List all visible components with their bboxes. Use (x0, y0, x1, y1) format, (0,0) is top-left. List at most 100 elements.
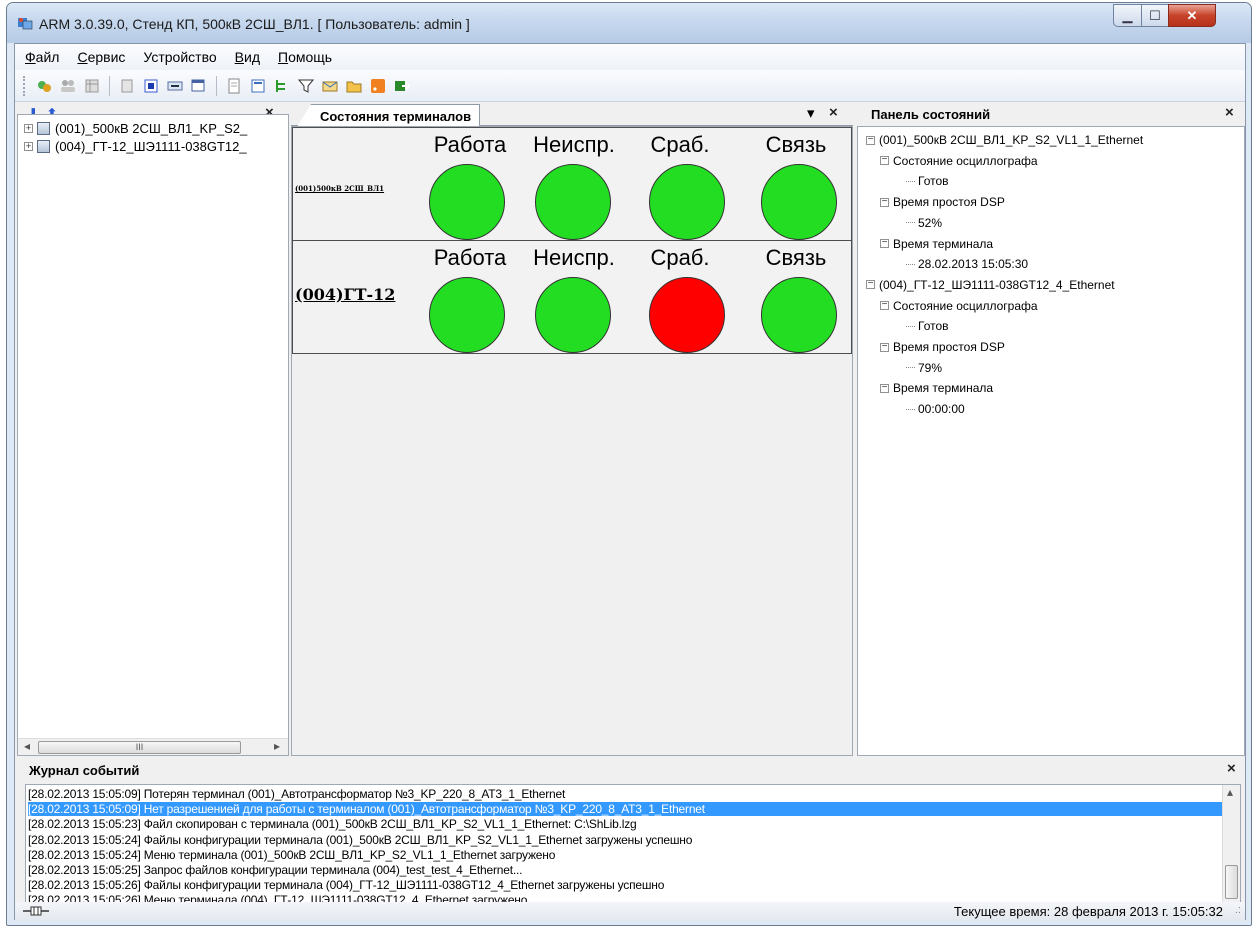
terminal-name[interactable]: (004)ГТ-12 (295, 285, 395, 304)
state-label: (004)_ГТ-12_ШЭ1111-038GT12_4_Ethernet (879, 277, 1115, 292)
connect-icon[interactable] (34, 76, 54, 96)
filter-icon[interactable] (296, 76, 316, 96)
expand-icon[interactable]: + (24, 124, 33, 133)
indicator-label: Работа (433, 245, 507, 270)
toolbar-grip[interactable] (23, 75, 26, 96)
log-entry[interactable]: [28.02.2013 15:05:23] Файл скопирован с … (28, 817, 637, 831)
log-entry[interactable]: [28.02.2013 15:05:24] Меню терминала (00… (28, 848, 555, 862)
state-group[interactable]: − Время терминала (880, 381, 993, 395)
terminal-states-panel: (001)500кВ 2СШ_ВЛ1 Работа Неиспр. Сраб. … (291, 126, 853, 756)
minimize-button[interactable]: ▁ (1113, 4, 1142, 27)
list-icon[interactable] (117, 76, 137, 96)
indicator-label: Связь (765, 132, 827, 157)
maximize-button[interactable]: ☐ (1141, 4, 1169, 27)
select-icon[interactable] (141, 76, 161, 96)
tree-connector (906, 408, 915, 410)
journal-title: Журнал событий (29, 762, 140, 778)
collapse-icon[interactable]: − (880, 155, 889, 166)
mail-icon[interactable] (320, 76, 340, 96)
menu-help-mnemonic: П (278, 49, 289, 65)
document-icon[interactable] (224, 76, 244, 96)
tree-item-004[interactable]: + (004)_ГТ-12_ШЭ1111-038GT12_ (24, 139, 247, 154)
horizontal-scrollbar[interactable]: ◂ III ▸ (18, 738, 288, 755)
state-value[interactable]: 28.02.2013 15:05:30 (906, 257, 1028, 271)
tab-close-button[interactable]: × (829, 104, 838, 121)
tree-item-001[interactable]: + (001)_500кВ 2СШ_ВЛ1_KP_S2_ (24, 121, 247, 136)
scroll-thumb[interactable]: III (38, 741, 241, 754)
state-value[interactable]: Готов (906, 319, 949, 333)
close-window-button[interactable]: ✕ (1168, 4, 1216, 27)
status-led (649, 164, 725, 240)
tab-terminal-states[interactable]: Состояния терминалов (297, 104, 481, 127)
menu-help[interactable]: Помощь (278, 49, 332, 65)
toolbar-separator (109, 75, 110, 96)
indicator-label: Работа (433, 132, 507, 157)
report-icon[interactable] (248, 76, 268, 96)
log-entry[interactable]: [28.02.2013 15:05:09] Потерян терминал (… (28, 787, 565, 801)
state-label: Состояние осциллографа (893, 153, 1038, 168)
status-led (535, 164, 611, 240)
collapse-icon[interactable]: − (866, 134, 875, 145)
state-value[interactable]: 52% (906, 216, 942, 230)
menu-view[interactable]: Вид (235, 49, 260, 65)
rss-icon[interactable] (368, 76, 388, 96)
window-icon[interactable] (189, 76, 209, 96)
state-group[interactable]: − Время простоя DSP (880, 340, 1005, 354)
right-panel-header: Панель состояний × (857, 102, 1245, 126)
state-group[interactable]: − Время простоя DSP (880, 195, 1005, 209)
terminal-name[interactable]: (001)500кВ 2СШ_ВЛ1 (295, 184, 384, 193)
collapse-icon[interactable]: − (880, 382, 889, 393)
state-value[interactable]: Готов (906, 174, 949, 188)
tree-connector (906, 325, 915, 327)
users-icon[interactable] (58, 76, 78, 96)
state-group[interactable]: − Состояние осциллографа (880, 299, 1038, 313)
collapse-icon[interactable]: − (880, 196, 889, 207)
export-icon[interactable] (392, 76, 412, 96)
status-led (761, 277, 837, 353)
event-log[interactable]: [28.02.2013 15:05:26] Меню терминала (00… (25, 784, 1241, 918)
log-entry[interactable]: [28.02.2013 15:05:26] Файлы конфигурации… (28, 878, 664, 892)
tree-connector (906, 367, 915, 369)
journal-close-button[interactable]: × (1227, 760, 1236, 777)
scroll-left-icon[interactable]: ◂ (24, 739, 30, 753)
state-terminal[interactable]: − (004)_ГТ-12_ШЭ1111-038GT12_4_Ethernet (866, 278, 1115, 292)
status-led (535, 277, 611, 353)
right-panel-close-button[interactable]: × (1225, 104, 1234, 121)
menu-service[interactable]: Сервис (77, 49, 125, 65)
scroll-thumb[interactable] (1225, 865, 1238, 899)
link-icon[interactable] (165, 76, 185, 96)
log-entry[interactable]: [28.02.2013 15:05:09] Нет разрешенией дл… (28, 802, 1224, 817)
collapse-icon[interactable]: − (880, 300, 889, 311)
log-entry[interactable]: [28.02.2013 15:05:24] Файлы конфигурации… (28, 833, 692, 847)
state-label: Готов (918, 319, 949, 334)
state-panel: − (001)_500кВ 2СШ_ВЛ1_KP_S2_VL1_1_Etherne… (857, 126, 1245, 756)
collapse-icon[interactable]: − (880, 341, 889, 352)
scroll-up-icon[interactable]: ▴ (1227, 785, 1233, 799)
resize-grip-icon[interactable]: .: (1235, 904, 1241, 916)
tree-connector (906, 222, 915, 224)
state-group[interactable]: − Состояние осциллографа (880, 154, 1038, 168)
device-tree-panel: + (001)_500кВ 2СШ_ВЛ1_KP_S2_ + (004)_ГТ-… (17, 114, 289, 756)
state-value[interactable]: 00:00:00 (906, 402, 965, 416)
tab-dropdown-icon[interactable]: ▾ (807, 104, 815, 122)
indicator-label: Связь (765, 245, 827, 270)
collapse-icon[interactable]: − (880, 238, 889, 248)
expand-icon[interactable]: + (24, 142, 33, 151)
collapse-icon[interactable]: − (866, 279, 875, 290)
grid-icon[interactable] (82, 76, 102, 96)
log-entry[interactable]: [28.02.2013 15:05:25] Запрос файлов конф… (28, 863, 522, 877)
tree-connector (906, 263, 915, 265)
state-value[interactable]: 79% (906, 361, 942, 375)
indicator-label: Неиспр. (533, 245, 615, 270)
menu-device[interactable]: Устройство (143, 49, 216, 65)
state-group[interactable]: − Время терминала (880, 237, 993, 251)
folder-icon[interactable] (344, 76, 364, 96)
vertical-scrollbar[interactable]: ▴ ▾ (1222, 785, 1240, 917)
state-label: Время простоя DSP (893, 340, 1005, 354)
title-bar[interactable]: ARM 3.0.39.0, Стенд КП, 500кВ 2СШ_ВЛ1. [… (7, 3, 1251, 43)
menu-file[interactable]: Файл (25, 49, 59, 65)
state-terminal[interactable]: − (001)_500кВ 2СШ_ВЛ1_KP_S2_VL1_1_Etherne… (866, 133, 1143, 147)
tree-icon[interactable] (272, 76, 292, 96)
scroll-right-icon[interactable]: ▸ (274, 739, 280, 753)
indicator-label: Сраб. (650, 132, 710, 157)
